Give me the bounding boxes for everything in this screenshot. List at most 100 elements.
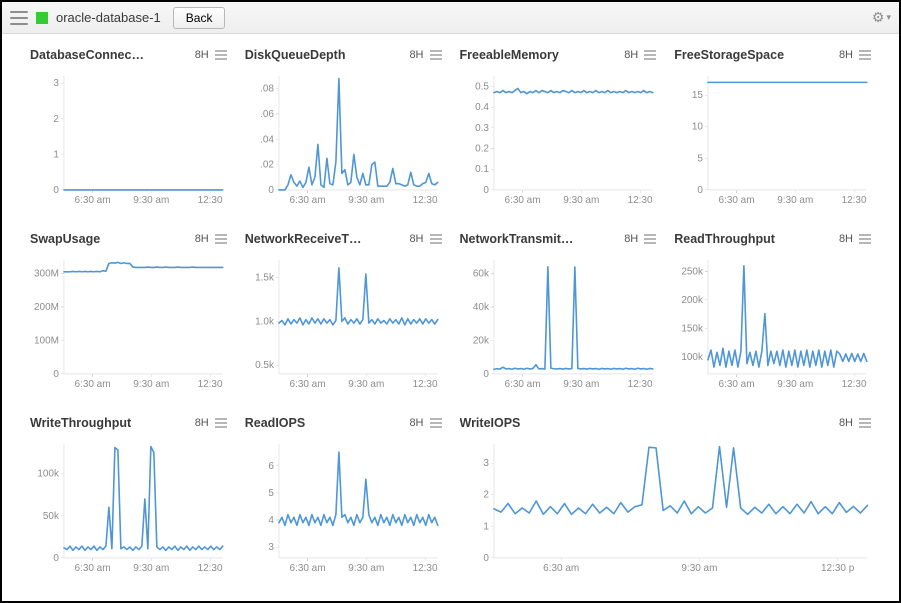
card-header: NetworkTransmitTh…8H	[460, 230, 657, 248]
svg-text:1: 1	[483, 521, 489, 532]
svg-text:9:30 am: 9:30 am	[778, 379, 814, 390]
card-title: DiskQueueDepth	[245, 48, 346, 62]
svg-text:0: 0	[698, 185, 704, 196]
svg-text:6:30 am: 6:30 am	[504, 379, 540, 390]
plot-area: 300M200M100M06:30 am9:30 am12:30	[30, 254, 227, 394]
svg-text:6:30 am: 6:30 am	[289, 563, 325, 574]
card-menu-icon[interactable]	[430, 418, 442, 428]
svg-text:9:30 am: 9:30 am	[681, 563, 717, 574]
page-title: oracle-database-1	[56, 10, 161, 25]
svg-text:300M: 300M	[34, 268, 59, 279]
plot-area: 32106:30 am9:30 am12:30 p	[460, 438, 872, 578]
svg-text:12:30: 12:30	[412, 195, 437, 206]
chart-card-free-storage-space: FreeStorageSpace8H1510506:30 am9:30 am12…	[674, 42, 871, 216]
time-range-label[interactable]: 8H	[195, 49, 209, 61]
time-range-label[interactable]: 8H	[624, 233, 638, 245]
card-menu-icon[interactable]	[215, 234, 227, 244]
svg-text:150k: 150k	[682, 323, 704, 334]
svg-text:.08: .08	[260, 84, 274, 95]
card-header: NetworkReceiveThr…8H	[245, 230, 442, 248]
status-indicator	[36, 12, 48, 24]
svg-text:100k: 100k	[682, 352, 704, 363]
svg-text:0: 0	[483, 369, 489, 380]
svg-text:9:30 am: 9:30 am	[133, 195, 169, 206]
svg-text:0: 0	[483, 553, 489, 564]
svg-text:200M: 200M	[34, 302, 59, 313]
card-header: ReadIOPS 8H	[245, 414, 442, 432]
svg-text:40k: 40k	[472, 302, 488, 313]
svg-text:0.5k: 0.5k	[255, 360, 274, 371]
time-range-label[interactable]: 8H	[409, 417, 423, 429]
menu-icon[interactable]	[10, 11, 28, 25]
plot-area: .08.06.04.0206:30 am9:30 am12:30	[245, 70, 442, 210]
chart-card-read-iops: ReadIOPS8H65436:30 am9:30 am12:30	[245, 410, 442, 584]
svg-text:12:30: 12:30	[627, 379, 652, 390]
card-menu-icon[interactable]	[430, 234, 442, 244]
card-header: SwapUsage8H	[30, 230, 227, 248]
svg-text:12:30: 12:30	[198, 195, 223, 206]
svg-text:6:30 am: 6:30 am	[289, 195, 325, 206]
svg-text:0.1: 0.1	[475, 164, 489, 175]
time-range-label[interactable]: 8H	[839, 233, 853, 245]
svg-text:6:30 am: 6:30 am	[75, 563, 111, 574]
charts-grid: DatabaseConnections8H32106:30 am9:30 am1…	[30, 42, 871, 584]
card-menu-icon[interactable]	[644, 234, 656, 244]
svg-text:3: 3	[268, 542, 274, 553]
plot-area: 60k 40k 20k 0 6:30 am 9:30 am 12:30	[460, 254, 657, 394]
top-bar: oracle-database-1 Back ⚙ ▾	[2, 2, 899, 34]
plot-area: 65436:30 am9:30 am12:30	[245, 438, 442, 578]
time-range-label[interactable]: 8H	[195, 417, 209, 429]
time-range-label[interactable]: 8H	[839, 417, 853, 429]
time-range-label[interactable]: 8H	[409, 233, 423, 245]
svg-text:10: 10	[692, 122, 704, 133]
time-range-label[interactable]: 8H	[839, 49, 853, 61]
plot-area: 1.5k1.0k0.5k6:30 am9:30 am12:30	[245, 254, 442, 394]
svg-text:12:30: 12:30	[412, 379, 437, 390]
card-menu-icon[interactable]	[644, 50, 656, 60]
svg-text:9:30 am: 9:30 am	[563, 379, 599, 390]
settings-menu[interactable]: ⚙ ▾	[872, 9, 891, 26]
svg-text:60k: 60k	[472, 268, 488, 279]
svg-text:15: 15	[692, 90, 704, 101]
svg-text:3: 3	[53, 78, 59, 89]
chart-card-swap-usage: SwapUsage8H300M200M100M06:30 am9:30 am12…	[30, 226, 227, 400]
svg-text:12:30: 12:30	[627, 195, 652, 206]
card-menu-icon[interactable]	[859, 50, 871, 60]
svg-text:1.5k: 1.5k	[255, 273, 274, 284]
time-range-label[interactable]: 8H	[195, 233, 209, 245]
svg-text:6:30 am: 6:30 am	[719, 195, 755, 206]
svg-text:9:30 am: 9:30 am	[348, 563, 384, 574]
svg-text:1: 1	[53, 149, 59, 160]
card-menu-icon[interactable]	[430, 50, 442, 60]
card-header: FreeableMemory 8H	[460, 46, 657, 64]
card-title: FreeableMemory	[460, 48, 559, 62]
svg-text:250k: 250k	[682, 266, 704, 277]
chart-card-write-iops: WriteIOPS8H32106:30 am9:30 am12:30 p	[460, 410, 872, 584]
svg-text:100k: 100k	[37, 469, 59, 480]
card-menu-icon[interactable]	[859, 234, 871, 244]
svg-text:6:30 am: 6:30 am	[543, 563, 579, 574]
plot-area: 32106:30 am9:30 am12:30	[30, 70, 227, 210]
svg-text:0: 0	[268, 185, 274, 196]
svg-text:0.3: 0.3	[475, 123, 489, 134]
svg-text:0: 0	[53, 369, 59, 380]
plot-area: 250k200k150k100k6:30 am9:30 am12:30	[674, 254, 871, 394]
time-range-label[interactable]: 8H	[624, 49, 638, 61]
plot-area: 100k50k06:30 am9:30 am12:30	[30, 438, 227, 578]
svg-text:9:30 am: 9:30 am	[133, 379, 169, 390]
svg-text:50k: 50k	[43, 511, 59, 522]
plot-area: 0.50.40.30.20.106:30 am9:30 am12:30	[460, 70, 657, 210]
svg-text:4: 4	[268, 515, 274, 526]
svg-text:0.5: 0.5	[475, 81, 489, 92]
card-title: ReadIOPS	[245, 416, 305, 430]
time-range-label[interactable]: 8H	[409, 49, 423, 61]
card-menu-icon[interactable]	[215, 50, 227, 60]
back-button[interactable]: Back	[173, 7, 226, 29]
card-menu-icon[interactable]	[215, 418, 227, 428]
chart-card-network-transmit-thr: NetworkTransmitTh…8H 60k 40k 20k 0 6:30 am 9:3…	[460, 226, 657, 400]
svg-text:12:30: 12:30	[842, 195, 867, 206]
svg-text:.04: .04	[260, 134, 274, 145]
card-title: WriteThroughput	[30, 416, 131, 430]
svg-text:20k: 20k	[472, 335, 488, 346]
card-menu-icon[interactable]	[859, 418, 871, 428]
